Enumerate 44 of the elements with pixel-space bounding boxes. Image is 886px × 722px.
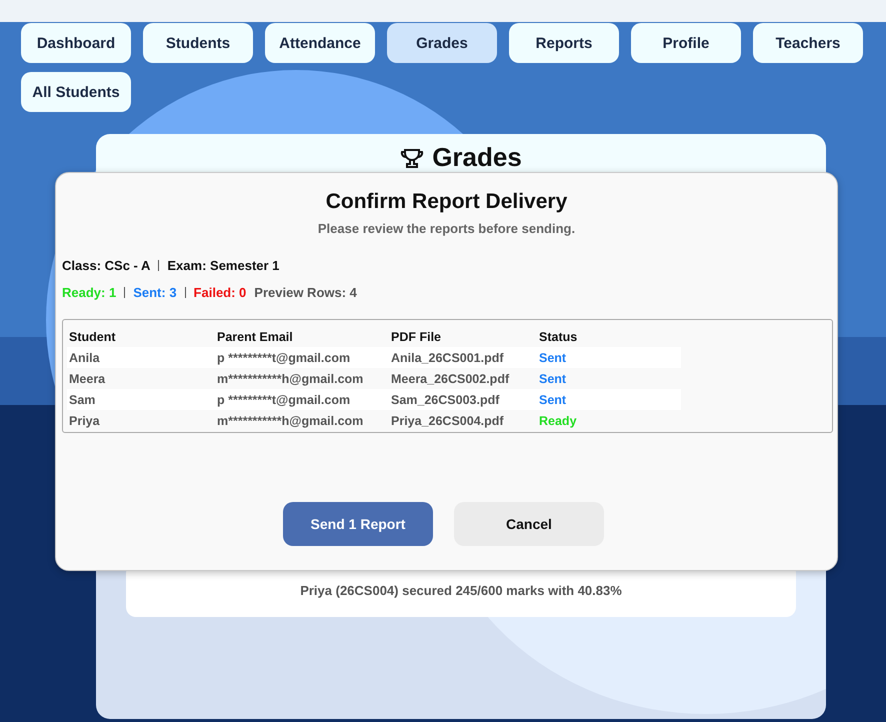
nav-tab[interactable]: All Students xyxy=(21,72,131,112)
table-cell-text: Meera_26CS002.pdf xyxy=(391,372,510,386)
status-count: Sent: 3 xyxy=(133,285,177,300)
page-title: Grades xyxy=(432,142,522,173)
table-cell-text: Anila xyxy=(69,350,101,364)
column-header: PDF File xyxy=(391,330,442,344)
nav-tab[interactable]: Dashboard xyxy=(21,23,131,63)
status-text: Sent xyxy=(539,392,568,406)
status-text: Sent xyxy=(539,372,568,386)
result-text: Priya (26CS004) secured 245/600 marks with 40.83% xyxy=(300,582,622,598)
column-header: Status xyxy=(539,330,578,344)
status-count: Failed: 0 xyxy=(194,285,246,300)
trophy-icon xyxy=(400,148,424,168)
table-cell-text: p *********t@gmail.com xyxy=(217,392,352,406)
table-cell-text: Priya_26CS004.pdf xyxy=(391,414,505,428)
table-cell-text: m***********h@gmail.com xyxy=(217,372,364,386)
status-count: Ready: 1 xyxy=(62,285,116,300)
nav-tab[interactable]: Attendance xyxy=(265,23,375,63)
table-cell-text: Priya xyxy=(69,414,101,428)
separator-bar xyxy=(184,287,186,298)
table-cell-text: Sam_26CS003.pdf xyxy=(391,392,500,406)
separator-bar xyxy=(124,287,126,298)
status-text: Ready xyxy=(539,414,578,428)
status-count: Preview Rows: 4 xyxy=(254,285,357,300)
nav-tab[interactable]: Grades xyxy=(387,23,497,63)
separator-bar xyxy=(158,260,160,271)
send-button[interactable]: Send 1 Report xyxy=(283,502,433,546)
cancel-button[interactable]: Cancel xyxy=(454,502,604,546)
column-header: Student xyxy=(69,330,117,344)
dialog-subtitle: Please review the reports before sending. xyxy=(316,221,576,236)
table-cell-text: Meera xyxy=(69,372,106,386)
table-cell-text: p *********t@gmail.com xyxy=(217,350,352,364)
status-text: Sent xyxy=(539,350,568,364)
nav-tab[interactable]: Teachers xyxy=(753,23,863,63)
table-cell-text: Anila_26CS001.pdf xyxy=(391,350,505,364)
table-cell-text: m***********h@gmail.com xyxy=(217,414,364,428)
table-cell-text: Sam xyxy=(69,392,96,406)
nav-tab[interactable]: Students xyxy=(143,23,253,63)
column-header: Parent Email xyxy=(217,330,294,344)
dialog-title: Confirm Report Delivery xyxy=(324,189,568,215)
nav-tab[interactable]: Profile xyxy=(631,23,741,63)
exam-label: Exam: Semester 1 xyxy=(167,258,280,273)
class-label: Class: CSc - A xyxy=(62,258,150,273)
nav-tab[interactable]: Reports xyxy=(509,23,619,63)
